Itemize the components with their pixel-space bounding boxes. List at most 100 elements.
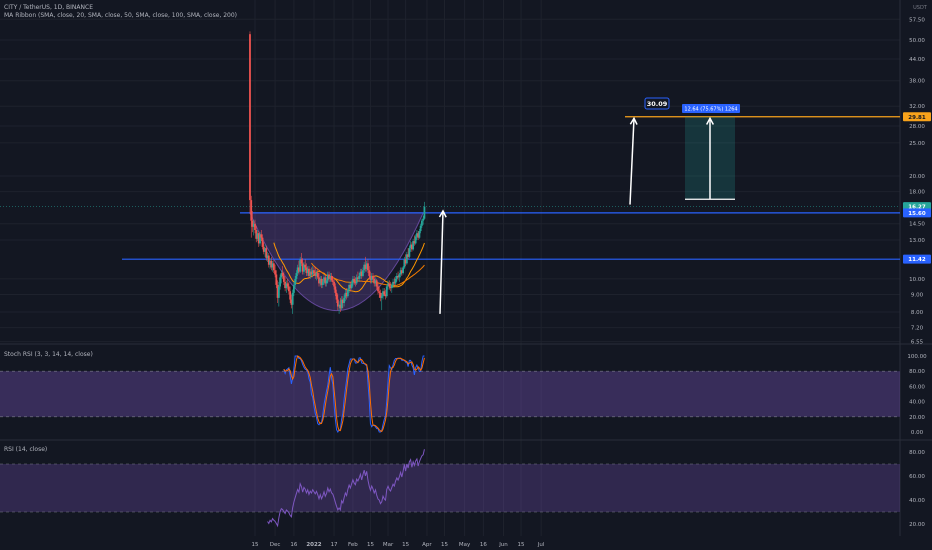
grid-lines — [0, 0, 932, 536]
candle-body-113 — [390, 284, 393, 289]
candle-body-127 — [408, 248, 411, 257]
candle-body-10 — [261, 237, 264, 247]
candle-body-30 — [286, 283, 289, 287]
candle-body-66 — [331, 280, 334, 282]
candle-body-36 — [294, 278, 297, 285]
price-tick-1: 50.00 — [909, 38, 925, 44]
candle-body-78 — [346, 289, 349, 297]
time-tick-0: 15 — [252, 542, 259, 548]
price-tick-12: 9.00 — [911, 293, 924, 299]
candle-body-94 — [367, 263, 369, 271]
time-tick-10: 15 — [441, 542, 448, 548]
candle-body-24 — [279, 277, 281, 287]
candle-body-4 — [254, 223, 256, 231]
time-tick-12: 16 — [480, 542, 487, 548]
ma-ribbon-legend[interactable]: MA Ribbon (SMA, close, 20, SMA, close, 5… — [4, 12, 237, 19]
candle-body-68 — [334, 286, 337, 293]
candle-body-83 — [353, 278, 356, 282]
time-tick-5: Feb — [348, 542, 358, 548]
candle-body-1 — [250, 200, 253, 221]
candle-body-132 — [414, 236, 417, 244]
time-tick-1: Dec — [270, 542, 281, 548]
candle-body-9 — [260, 234, 263, 238]
candle-body-21 — [275, 274, 278, 285]
candle-body-95 — [368, 270, 371, 276]
price-tick-10: 13.00 — [909, 238, 925, 244]
stoch-rsi-label[interactable]: Stoch RSI (3, 3, 14, 14, close) — [4, 351, 93, 358]
stoch-band — [0, 371, 900, 417]
time-tick-7: Mar — [383, 542, 394, 548]
candle-body-67 — [333, 281, 335, 287]
candle-body-87 — [358, 275, 361, 279]
price-tick-11: 10.00 — [909, 277, 925, 283]
stoch-tick-0: 100.00 — [907, 354, 927, 360]
candle-body-137 — [421, 220, 423, 226]
price-tick-9: 14.50 — [909, 222, 925, 228]
stoch-rsi-panel — [0, 355, 900, 434]
time-tick-2: 16 — [290, 542, 297, 548]
candle-body-31 — [287, 286, 290, 292]
candle-body-61 — [325, 280, 328, 284]
axis-unit-label: USDT — [913, 5, 928, 11]
time-tick-11: May — [459, 542, 471, 548]
rsi-tick-0: 80.00 — [909, 450, 925, 456]
candle-body-41 — [300, 259, 303, 264]
candle-body-105 — [380, 296, 383, 298]
stoch-tick-4: 20.00 — [909, 415, 925, 421]
price-tick-7: 20.00 — [909, 174, 925, 180]
candle-body-19 — [272, 263, 275, 271]
candle-body-58 — [321, 281, 324, 285]
candle-body-90 — [362, 270, 364, 276]
time-tick-4: 17 — [331, 542, 338, 548]
rsi-band — [0, 464, 900, 512]
price-tick-0: 57.50 — [909, 17, 925, 23]
candle-body-81 — [350, 283, 353, 289]
candle-body-0 — [249, 34, 251, 201]
time-tick-8: 15 — [402, 542, 409, 548]
chart-canvas[interactable]: 57.50 50.00 44.00 38.00 32.00 28.00 25.00 20.00… — [0, 0, 932, 550]
stoch-tick-1: 80.00 — [909, 369, 925, 375]
candle-body-111 — [388, 283, 391, 287]
time-tick-6: 15 — [367, 542, 374, 548]
candle-body-109 — [385, 286, 388, 297]
candle-body-119 — [398, 274, 401, 278]
price-label-support-text: 11.42 — [908, 257, 926, 263]
rsi-tick-2: 40.00 — [909, 498, 925, 504]
time-tick-15: Jul — [537, 542, 545, 548]
candle-body-136 — [419, 225, 422, 232]
price-label-breakout-text: 15.60 — [908, 211, 926, 217]
candle-body-27 — [282, 275, 285, 282]
time-tick-14: 15 — [518, 542, 525, 548]
stoch-tick-3: 40.00 — [909, 400, 925, 406]
candle-body-102 — [377, 286, 379, 292]
candle-body-98 — [372, 275, 374, 279]
candle-body-35 — [293, 284, 295, 293]
candle-body-138 — [422, 218, 425, 221]
rsi-tick-1: 60.00 — [909, 474, 925, 480]
time-tick-13: Jun — [498, 542, 508, 548]
candle-body-37 — [295, 273, 298, 279]
horizontal-levels — [0, 116, 900, 260]
candle-body-139 — [423, 206, 426, 219]
candle-body-101 — [375, 280, 378, 287]
cup-depth-arrow-shaft — [439, 210, 444, 314]
time-tick-9: Apr — [422, 542, 432, 548]
candle-body-26 — [281, 273, 284, 276]
price-label-target-text: 29.81 — [908, 115, 926, 121]
candle-body-103 — [378, 291, 381, 293]
candle-body-107 — [383, 291, 386, 295]
target-callout-text: 30.09 — [647, 100, 668, 108]
price-tick-15: 6.55 — [911, 340, 924, 346]
candle-body-69 — [335, 292, 338, 300]
candle-body-23 — [277, 286, 280, 298]
stoch-tick-5: 0.00 — [911, 430, 924, 436]
stoch-tick-2: 60.00 — [909, 384, 925, 390]
rsi-label[interactable]: RSI (14, close) — [4, 446, 47, 453]
rsi-tick-3: 20.00 — [909, 522, 925, 528]
symbol-title: CITY / TetherUS, 1D, BINANCE — [4, 4, 93, 11]
candle-body-51 — [313, 270, 315, 274]
candle-body-20 — [274, 270, 276, 275]
range-label-text: 12.64 (75.67%) 1264 — [684, 107, 737, 113]
price-tick-2: 44.00 — [909, 57, 925, 63]
candle-body-34 — [291, 292, 294, 305]
